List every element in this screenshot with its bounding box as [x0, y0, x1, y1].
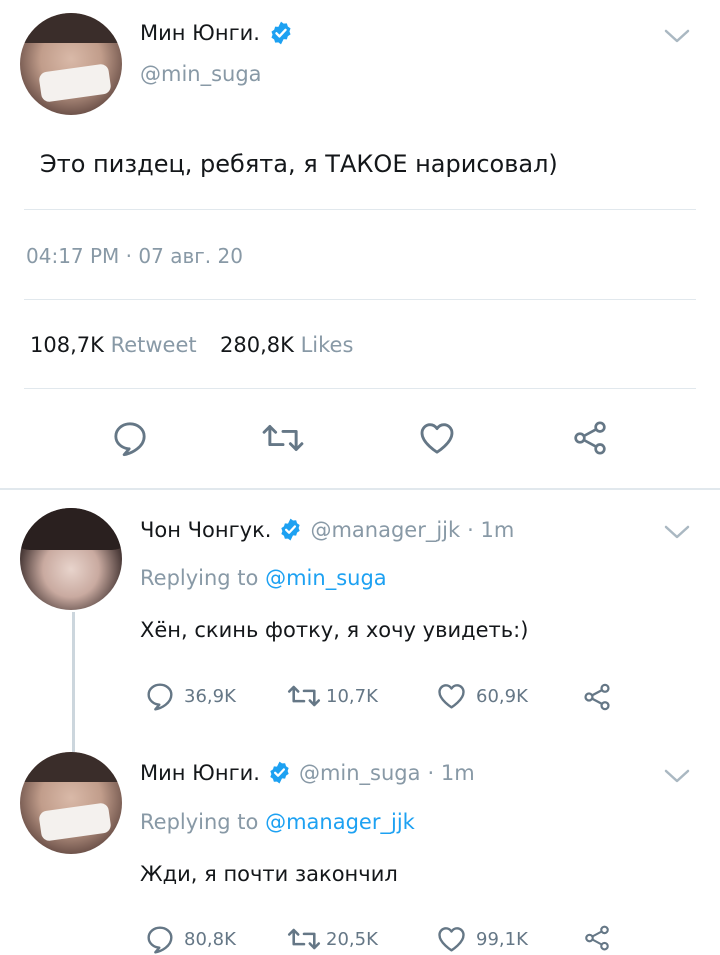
- avatar-min-suga[interactable]: [20, 752, 122, 854]
- tweet-stats: 108,7K Retweet 280,8K Likes: [30, 333, 353, 357]
- share-icon: [574, 421, 606, 455]
- tweet-text: Жди, я почти закончил: [140, 862, 398, 886]
- like-count-button[interactable]: 60,9K: [435, 680, 528, 712]
- heart-icon: [420, 423, 454, 454]
- retweet-count: 108,7K: [30, 333, 104, 357]
- verified-badge-icon: [270, 761, 289, 784]
- retweet-stat[interactable]: 108,7K Retweet: [30, 333, 203, 357]
- replying-prefix: Replying to: [140, 810, 259, 834]
- retweet-count: 10,7K: [326, 685, 378, 707]
- retweet-count-button[interactable]: 20,5K: [286, 923, 378, 955]
- like-count: 280,8K: [220, 333, 294, 357]
- chevron-down-icon[interactable]: [662, 766, 692, 786]
- reply-count: 80,8K: [184, 928, 236, 950]
- share-icon: [584, 683, 610, 711]
- separator-dot: ·: [125, 244, 133, 268]
- tweet-timestamp: 04:17 PM · 07 авг. 20: [26, 244, 243, 268]
- replying-to: Replying to @min_suga: [140, 566, 387, 590]
- share-button[interactable]: [568, 416, 612, 460]
- handle[interactable]: @manager_jjk: [310, 518, 460, 542]
- like-stat[interactable]: 280,8K Likes: [220, 333, 353, 357]
- like-count: 60,9K: [476, 685, 528, 707]
- tweet-time: 04:17 PM: [26, 244, 120, 268]
- tweet-age: · 1m: [427, 760, 475, 785]
- like-count: 99,1K: [476, 928, 528, 950]
- reply-count: 36,9K: [184, 685, 236, 707]
- like-label: Likes: [300, 333, 354, 357]
- share-button[interactable]: [580, 923, 614, 953]
- replying-to-handle[interactable]: @min_suga: [265, 566, 387, 590]
- reply-count-button[interactable]: 80,8K: [144, 923, 236, 955]
- retweet-count-button[interactable]: 10,7K: [286, 680, 378, 712]
- share-icon: [585, 925, 609, 951]
- tweet-date[interactable]: 07 авг. 20: [138, 244, 243, 268]
- avatar-min-suga[interactable]: [20, 13, 122, 115]
- retweet-label: Retweet: [110, 333, 197, 357]
- thread-line: [72, 612, 75, 752]
- handle[interactable]: @min_suga: [299, 761, 421, 785]
- display-name[interactable]: Мин Юнги.: [140, 21, 260, 45]
- like-button[interactable]: [414, 416, 460, 460]
- replying-to: Replying to @manager_jjk: [140, 810, 415, 834]
- replying-prefix: Replying to: [140, 566, 259, 590]
- retweet-icon: [262, 425, 304, 451]
- handle[interactable]: @min_suga: [140, 62, 262, 86]
- replying-to-handle[interactable]: @manager_jjk: [265, 810, 415, 834]
- tweet-age: · 1m: [467, 517, 515, 542]
- retweet-icon: [287, 685, 321, 707]
- retweet-count: 20,5K: [326, 928, 378, 950]
- avatar-manager-jjk[interactable]: [20, 508, 122, 610]
- display-name[interactable]: Чон Чонгук.: [140, 518, 271, 542]
- heart-icon: [438, 684, 465, 709]
- chevron-down-icon[interactable]: [662, 26, 692, 46]
- retweet-button[interactable]: [258, 416, 308, 460]
- tweet-text: Это пиздец, ребята, я ТАКОЕ нарисовал): [40, 150, 558, 178]
- share-button[interactable]: [580, 680, 614, 714]
- heart-icon: [438, 927, 465, 952]
- reply-icon: [147, 926, 173, 954]
- tweet-text: Хён, скинь фотку, я хочу увидеть:): [140, 618, 529, 642]
- reply-icon: [147, 683, 173, 711]
- verified-badge-icon: [271, 21, 291, 45]
- verified-badge-icon: [281, 518, 301, 541]
- chevron-down-icon[interactable]: [662, 522, 692, 542]
- display-name[interactable]: Мин Юнги.: [140, 761, 260, 785]
- reply-button[interactable]: [108, 416, 152, 460]
- reply-icon: [114, 422, 146, 457]
- retweet-icon: [287, 928, 321, 950]
- reply-count-button[interactable]: 36,9K: [144, 680, 236, 712]
- like-count-button[interactable]: 99,1K: [435, 923, 528, 955]
